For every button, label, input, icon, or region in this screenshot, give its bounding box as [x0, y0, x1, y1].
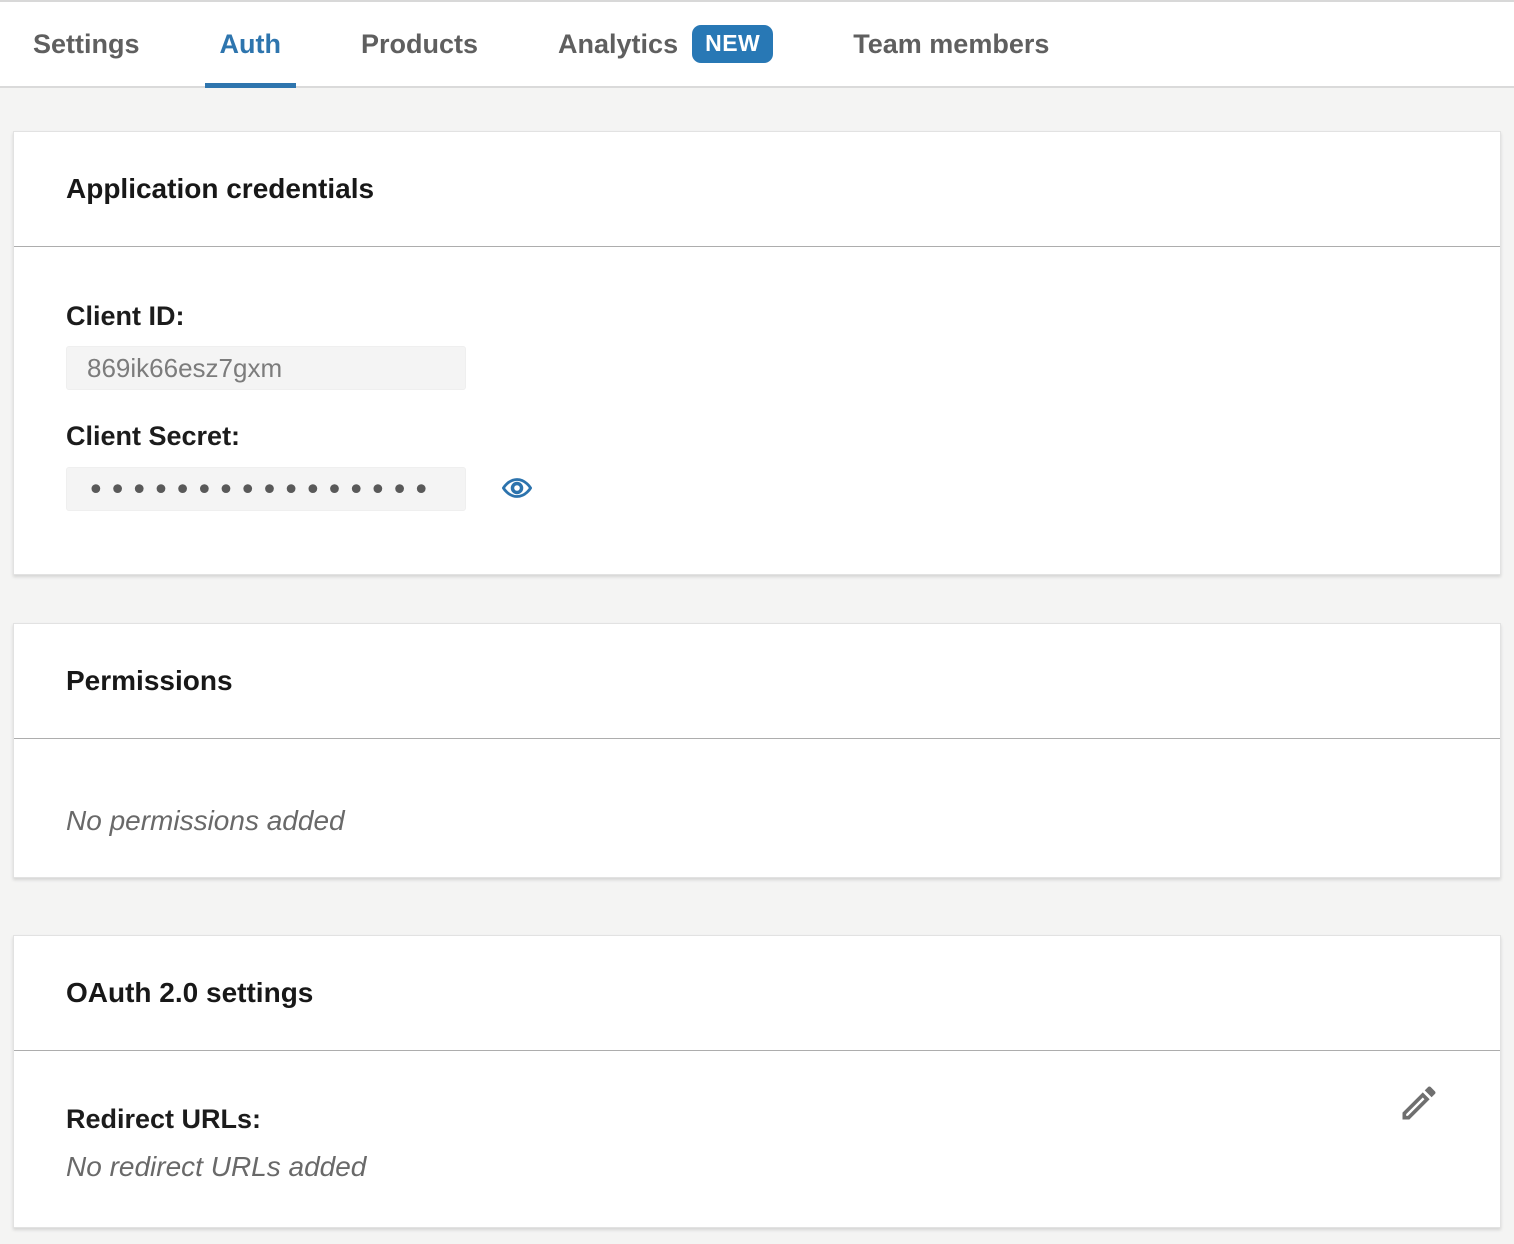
- redirect-urls-label: Redirect URLs:: [66, 1106, 1448, 1133]
- oauth-settings-header: OAuth 2.0 settings: [14, 936, 1500, 1051]
- client-id-field[interactable]: 869ik66esz7gxm: [66, 346, 466, 390]
- application-credentials-title: Application credentials: [66, 173, 374, 205]
- application-credentials-header: Application credentials: [14, 132, 1500, 247]
- permissions-empty-text: No permissions added: [66, 805, 1448, 837]
- new-badge: NEW: [692, 25, 773, 63]
- client-id-value: 869ik66esz7gxm: [87, 353, 282, 384]
- client-id-label: Client ID:: [66, 303, 1448, 330]
- tab-settings[interactable]: Settings: [18, 2, 155, 86]
- client-secret-field[interactable]: ••••••••••••••••: [66, 467, 466, 511]
- tab-team-members-label: Team members: [853, 29, 1049, 60]
- tab-team-members[interactable]: Team members: [838, 2, 1064, 86]
- eye-icon: [499, 472, 535, 507]
- client-secret-row: ••••••••••••••••: [66, 467, 1448, 511]
- permissions-card: Permissions No permissions added: [13, 623, 1501, 878]
- client-secret-label: Client Secret:: [66, 423, 1448, 450]
- redirect-urls-empty-text: No redirect URLs added: [66, 1151, 1448, 1183]
- application-credentials-content: Client ID: 869ik66esz7gxm Client Secret:…: [14, 247, 1500, 511]
- tab-products[interactable]: Products: [346, 2, 493, 86]
- reveal-secret-button[interactable]: [498, 470, 536, 508]
- tab-auth[interactable]: Auth: [205, 2, 296, 86]
- permissions-header: Permissions: [14, 624, 1500, 739]
- client-secret-masked-value: ••••••••••••••••: [87, 472, 434, 506]
- tab-analytics[interactable]: Analytics NEW: [543, 2, 788, 86]
- tab-analytics-label: Analytics: [558, 29, 678, 60]
- tab-settings-label: Settings: [33, 29, 140, 60]
- edit-redirect-urls-button[interactable]: [1396, 1081, 1442, 1127]
- application-credentials-card: Application credentials Client ID: 869ik…: [13, 131, 1501, 575]
- oauth-settings-content: Redirect URLs: No redirect URLs added: [14, 1051, 1500, 1183]
- permissions-title: Permissions: [66, 665, 233, 697]
- pencil-icon: [1397, 1081, 1441, 1128]
- tab-products-label: Products: [361, 29, 478, 60]
- oauth-settings-title: OAuth 2.0 settings: [66, 977, 313, 1009]
- tab-bar: Settings Auth Products Analytics NEW Tea…: [0, 0, 1514, 88]
- permissions-content: No permissions added: [14, 739, 1500, 837]
- oauth-settings-card: OAuth 2.0 settings Redirect URLs: No red…: [13, 935, 1501, 1228]
- tab-auth-label: Auth: [220, 29, 281, 60]
